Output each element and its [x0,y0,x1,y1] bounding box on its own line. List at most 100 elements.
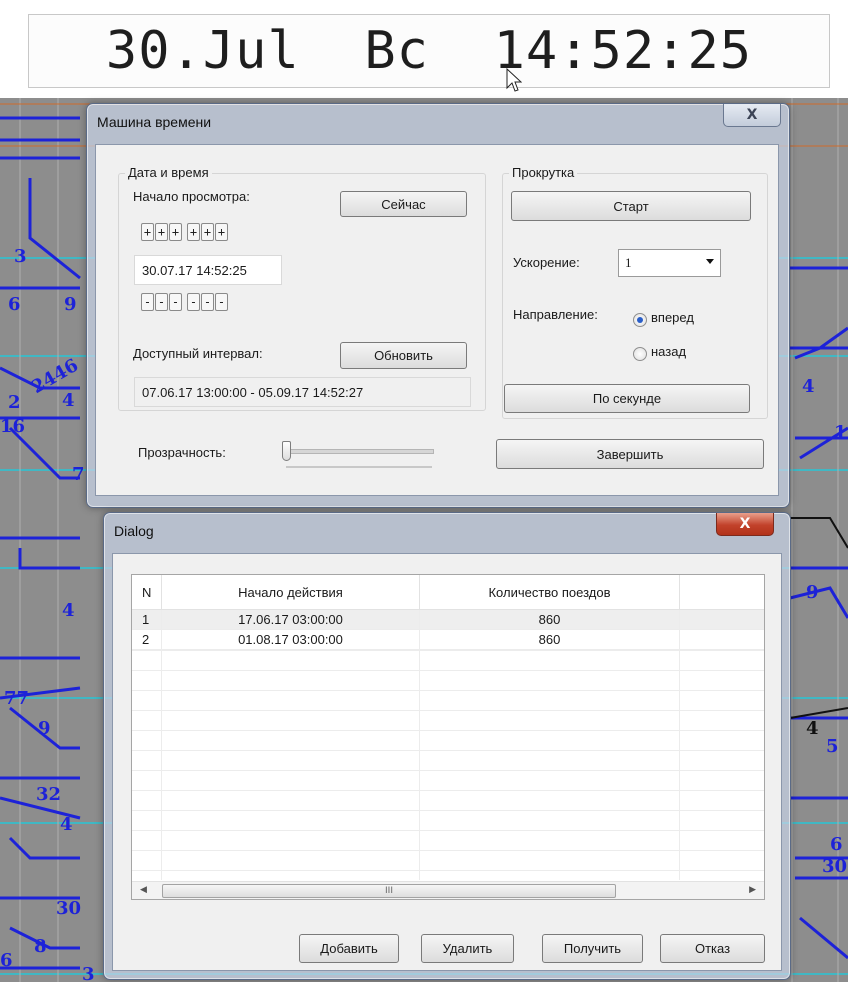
start-button[interactable]: Старт [511,191,751,221]
close-button[interactable]: X [716,513,774,536]
mouse-cursor-icon [506,68,522,92]
clock-text: 30.Jul Bc 14:52:25 [105,21,753,81]
datetime-field[interactable]: 30.07.17 14:52:25 [134,255,282,285]
speed-label: Ускорение: [513,255,580,270]
map-label: 1 [834,422,847,443]
table-cell: 2 [132,630,162,649]
direction-forward-radio[interactable] [633,313,647,327]
datetime-group-title: Дата и время [125,165,212,180]
speed-select-value: 1 [625,255,632,270]
available-interval-field: 07.06.17 13:00:00 - 05.09.17 14:52:27 [134,377,471,407]
table-empty-rows [132,650,764,880]
dialog-client: N Начало действия Количество поездов 1 1… [112,553,782,971]
increment-year-button[interactable]: + [169,223,182,241]
map-label: 4 [806,718,819,739]
cancel-button-label: Отказ [694,941,731,956]
increment-day-button[interactable]: + [141,223,154,241]
time-machine-window: Машина времени X Дата и время Начало про… [86,103,790,508]
opacity-slider-handle[interactable] [282,441,291,461]
table-cell: 01.08.17 03:00:00 [162,630,420,649]
dialog-title: Dialog [114,523,154,539]
map-label: 3 [14,246,27,267]
direction-backward-radio[interactable] [633,347,647,361]
speed-select[interactable]: 1 [618,249,721,277]
map-label: 6 [0,950,13,971]
map-label: 9 [64,294,77,315]
get-button[interactable]: Получить [542,934,643,963]
finish-button-label: Завершить [596,446,664,462]
scroll-group-title: Прокрутка [509,165,578,180]
delete-button[interactable]: Удалить [421,934,514,963]
map-label: 4 [62,390,75,411]
map-label: 3 [82,964,95,982]
clock-display: 30.Jul Bc 14:52:25 [28,14,830,88]
map-label: 4 [62,600,75,621]
start-button-label: Старт [613,198,649,214]
time-machine-client: Дата и время Начало просмотра: Сейчас + … [95,144,779,496]
opacity-label: Прозрачность: [138,445,226,460]
map-label: 8 [34,936,47,957]
increment-minute-button[interactable]: + [201,223,214,241]
opacity-slider-track [286,449,434,454]
map-label: 32 [36,784,62,805]
now-button-label: Сейчас [381,196,426,212]
decrement-hour-button[interactable]: - [187,293,200,311]
decrement-year-button[interactable]: - [169,293,182,311]
finish-button[interactable]: Завершить [496,439,764,469]
increment-hour-button[interactable]: + [187,223,200,241]
decrement-day-button[interactable]: - [141,293,154,311]
per-second-button-label: По секунде [592,391,662,406]
decrement-month-button[interactable]: - [155,293,168,311]
map-label: 7 [72,464,85,485]
table-cell [680,630,764,649]
map-label: 6 [8,294,21,315]
map-label: 9 [806,582,819,603]
window-title: Машина времени [97,114,212,130]
decrement-minute-button[interactable]: - [201,293,214,311]
available-interval-label: Доступный интервал: [133,346,263,361]
opacity-slider-ticks [286,466,432,468]
increment-month-button[interactable]: + [155,223,168,241]
table-cell: 1 [132,610,162,629]
map-label: 16 [0,416,26,437]
scrollbar-thumb[interactable]: III [162,884,616,898]
table-cell: 860 [420,610,680,629]
decrement-second-button[interactable]: - [215,293,228,311]
close-button[interactable]: X [723,104,781,127]
map-label: 30 [56,898,82,919]
table-row[interactable]: 2 01.08.17 03:00:00 860 [132,630,764,650]
column-header-trains[interactable]: Количество поездов [420,575,680,609]
delete-button-label: Удалить [442,941,493,956]
map-label: 30 [822,856,848,877]
column-header-start[interactable]: Начало действия [162,575,420,609]
cancel-button[interactable]: Отказ [660,934,765,963]
dialog-window: Dialog X N Начало действия Количество по… [103,512,791,980]
now-button[interactable]: Сейчас [340,191,467,217]
add-button[interactable]: Добавить [299,934,399,963]
direction-forward-label[interactable]: вперед [651,310,694,325]
opacity-slider[interactable] [282,441,434,469]
map-label: 6 [830,834,843,855]
map-label: 9 [38,718,51,739]
scrollbar-grip: III [385,886,393,896]
scroll-left-icon[interactable]: ◀ [140,885,147,895]
table-cell: 17.06.17 03:00:00 [162,610,420,629]
column-header-extra [680,575,764,609]
horizontal-scrollbar[interactable]: ◀ III ▶ [132,881,764,899]
refresh-button[interactable]: Обновить [340,342,467,369]
add-button-label: Добавить [320,941,378,956]
map-label: 77 [4,688,30,709]
table-row[interactable]: 1 17.06.17 03:00:00 860 [132,610,764,630]
column-header-n[interactable]: N [132,575,162,609]
direction-label: Направление: [513,307,598,322]
per-second-button[interactable]: По секунде [504,384,750,413]
increment-second-button[interactable]: + [215,223,228,241]
close-icon: X [739,516,751,532]
map-label: 5 [826,736,839,757]
table-header: N Начало действия Количество поездов [132,575,764,610]
table-cell: 860 [420,630,680,649]
direction-backward-label[interactable]: назад [651,344,686,359]
scroll-right-icon[interactable]: ▶ [749,885,756,895]
data-table[interactable]: N Начало действия Количество поездов 1 1… [131,574,765,900]
increment-buttons: + + + + + + [141,223,229,241]
